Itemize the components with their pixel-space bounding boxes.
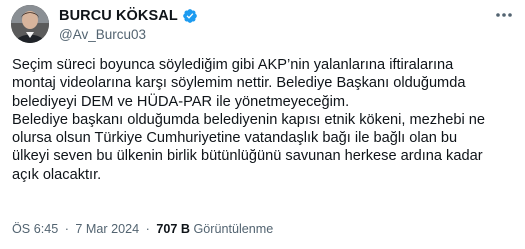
- views-count: 707 B: [156, 222, 190, 236]
- user-handle[interactable]: @Av_Burcu03: [59, 27, 485, 42]
- views-label: Görüntülenme: [193, 222, 274, 236]
- tweet-time[interactable]: ÖS 6:45: [12, 222, 58, 236]
- name-row: BURCU KÖKSAL: [59, 7, 485, 25]
- tweet-card: BURCU KÖKSAL @Av_Burcu03 Seçim süreci bo…: [0, 0, 525, 249]
- tweet-text: Seçim süreci boyunca söylediğim gibi AKP…: [12, 57, 485, 183]
- meta-separator: ·: [64, 222, 69, 236]
- tweet-meta: ÖS 6:45 · 7 Mar 2024 · 707 B Görüntülenm…: [12, 222, 273, 236]
- more-options-button[interactable]: [493, 8, 515, 22]
- verified-badge-icon: [182, 8, 198, 24]
- avatar-photo-icon: [11, 5, 49, 43]
- more-options-icon: [496, 13, 512, 17]
- display-name[interactable]: BURCU KÖKSAL: [59, 8, 178, 24]
- avatar[interactable]: [11, 5, 49, 43]
- tweet-header: BURCU KÖKSAL @Av_Burcu03: [59, 7, 485, 42]
- tweet-date[interactable]: 7 Mar 2024: [75, 222, 139, 236]
- meta-separator: ·: [145, 222, 150, 236]
